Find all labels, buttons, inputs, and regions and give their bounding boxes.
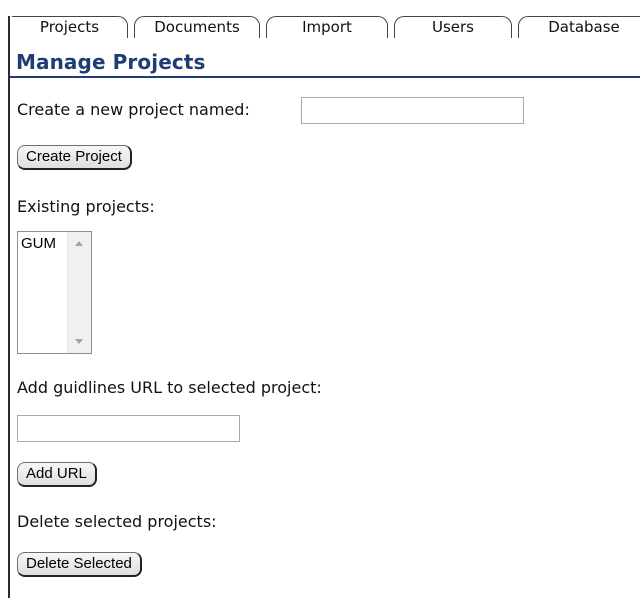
- page: Projects Documents Import Users Database…: [0, 0, 640, 598]
- tab-documents[interactable]: Documents: [134, 16, 260, 38]
- create-project-button[interactable]: Create Project: [17, 145, 132, 170]
- projects-listbox[interactable]: GUM: [17, 231, 92, 354]
- new-project-name-input[interactable]: [301, 97, 524, 124]
- tab-users[interactable]: Users: [394, 16, 512, 38]
- scroll-down-arrow-icon[interactable]: [75, 339, 83, 344]
- delete-projects-label: Delete selected projects:: [17, 512, 217, 531]
- title-divider: [10, 76, 640, 78]
- frame-edge: [0, 0, 10, 598]
- tab-strip: Projects Documents Import Users Database: [10, 16, 640, 40]
- guidelines-url-label: Add guidlines URL to selected project:: [17, 378, 322, 397]
- guidelines-url-input[interactable]: [17, 415, 240, 442]
- listbox-scrollbar[interactable]: [67, 232, 91, 353]
- tab-database[interactable]: Database: [518, 16, 640, 38]
- page-title: Manage Projects: [16, 50, 206, 74]
- add-url-button[interactable]: Add URL: [17, 462, 97, 487]
- existing-projects-label: Existing projects:: [17, 197, 155, 216]
- list-item[interactable]: GUM: [21, 235, 56, 252]
- scroll-up-arrow-icon[interactable]: [75, 241, 83, 246]
- tab-projects[interactable]: Projects: [12, 16, 128, 38]
- tab-import[interactable]: Import: [266, 16, 388, 38]
- create-project-label: Create a new project named:: [17, 100, 250, 119]
- delete-selected-button[interactable]: Delete Selected: [17, 552, 142, 577]
